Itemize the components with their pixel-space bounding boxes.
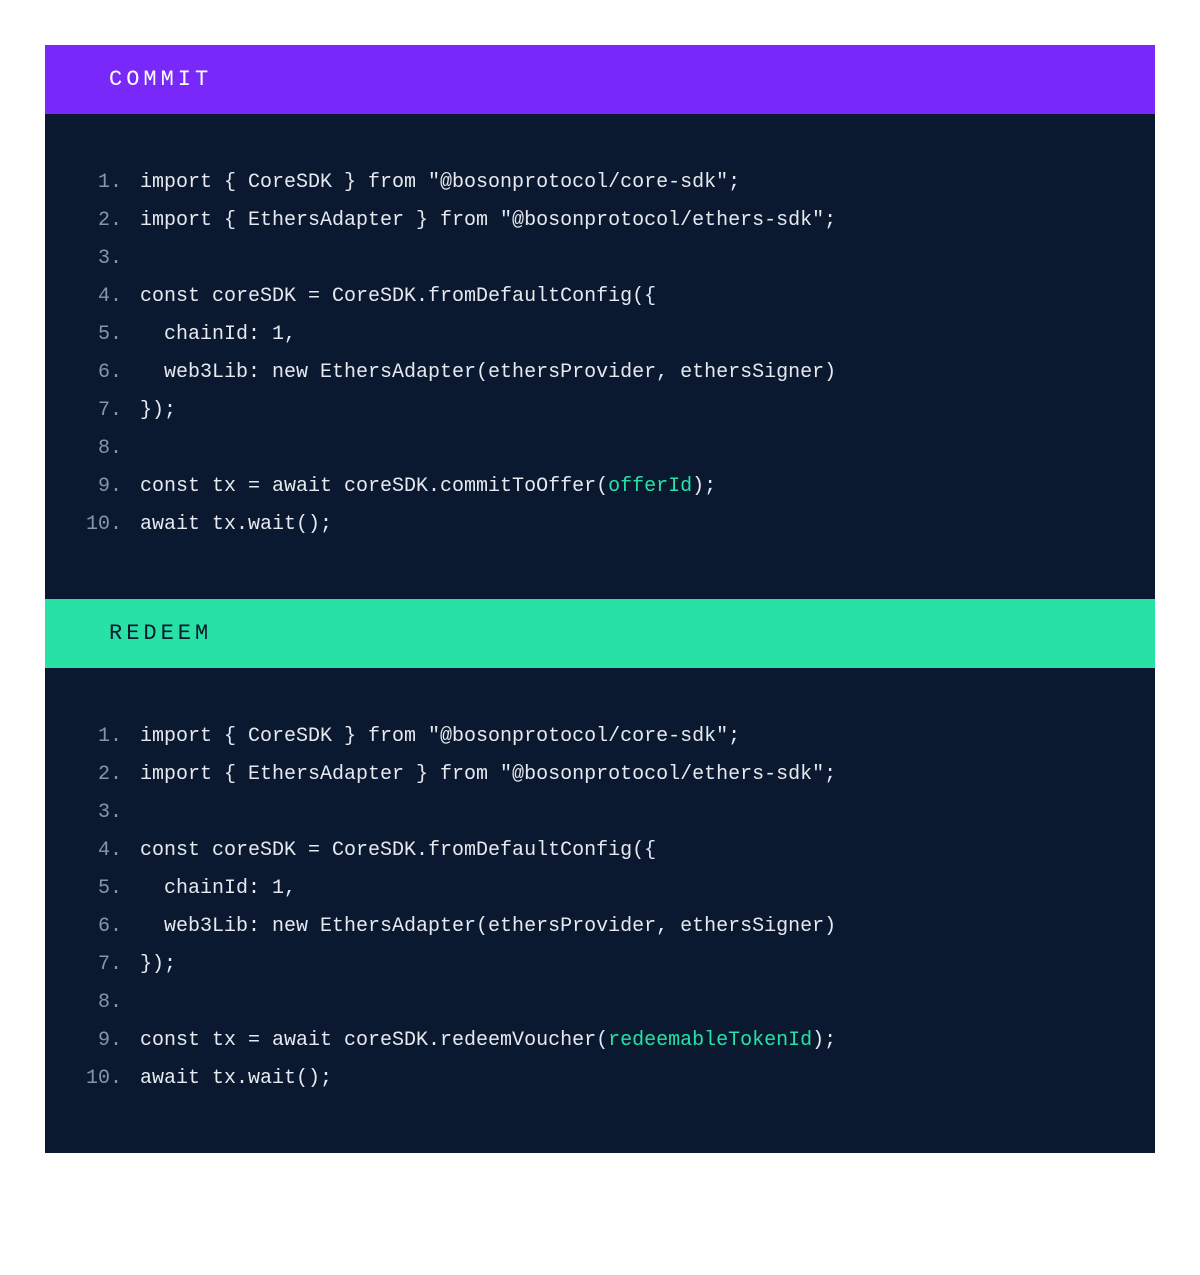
line-number: 1.	[75, 718, 140, 756]
code-line: 7.});	[75, 392, 1125, 430]
code-text: chainId: 1,	[140, 316, 296, 354]
highlighted-token: redeemableTokenId	[608, 1029, 812, 1052]
highlighted-token: offerId	[608, 475, 692, 498]
line-number: 7.	[75, 392, 140, 430]
line-number: 8.	[75, 430, 140, 468]
code-text: await tx.wait();	[140, 506, 332, 544]
code-block-redeem: REDEEM 1.import { CoreSDK } from "@bosonp…	[45, 599, 1155, 1153]
code-line: 10.await tx.wait();	[75, 1060, 1125, 1098]
code-text: const coreSDK = CoreSDK.fromDefaultConfi…	[140, 278, 656, 316]
line-number: 5.	[75, 870, 140, 908]
line-number: 4.	[75, 832, 140, 870]
code-line: 6. web3Lib: new EthersAdapter(ethersProv…	[75, 354, 1125, 392]
code-text: web3Lib: new EthersAdapter(ethersProvide…	[140, 354, 836, 392]
code-line: 2.import { EthersAdapter } from "@bosonp…	[75, 202, 1125, 240]
code-text: chainId: 1,	[140, 870, 296, 908]
code-line: 4.const coreSDK = CoreSDK.fromDefaultCon…	[75, 278, 1125, 316]
code-text: import { EthersAdapter } from "@bosonpro…	[140, 756, 836, 794]
code-block-commit: COMMIT 1.import { CoreSDK } from "@bosonp…	[45, 45, 1155, 599]
line-number: 6.	[75, 908, 140, 946]
line-number: 3.	[75, 794, 140, 832]
code-line: 6. web3Lib: new EthersAdapter(ethersProv…	[75, 908, 1125, 946]
line-number: 2.	[75, 202, 140, 240]
code-text: const coreSDK = CoreSDK.fromDefaultConfi…	[140, 832, 656, 870]
code-text: const tx = await coreSDK.commitToOffer(o…	[140, 468, 716, 506]
code-line: 1.import { CoreSDK } from "@bosonprotoco…	[75, 718, 1125, 756]
line-number: 6.	[75, 354, 140, 392]
code-text: import { CoreSDK } from "@bosonprotocol/…	[140, 164, 740, 202]
line-number: 9.	[75, 468, 140, 506]
code-line: 9.const tx = await coreSDK.commitToOffer…	[75, 468, 1125, 506]
code-area-redeem: 1.import { CoreSDK } from "@bosonprotoco…	[45, 668, 1155, 1153]
code-line: 7.});	[75, 946, 1125, 984]
code-text: });	[140, 392, 176, 430]
line-number: 10.	[75, 1060, 140, 1098]
code-line: 10.await tx.wait();	[75, 506, 1125, 544]
code-line: 8.	[75, 984, 1125, 1022]
code-text: import { CoreSDK } from "@bosonprotocol/…	[140, 718, 740, 756]
code-line: 8.	[75, 430, 1125, 468]
code-text: });	[140, 946, 176, 984]
code-line: 9.const tx = await coreSDK.redeemVoucher…	[75, 1022, 1125, 1060]
line-number: 9.	[75, 1022, 140, 1060]
code-text: const tx = await coreSDK.redeemVoucher(r…	[140, 1022, 836, 1060]
code-line: 1.import { CoreSDK } from "@bosonprotoco…	[75, 164, 1125, 202]
line-number: 7.	[75, 946, 140, 984]
code-line: 3.	[75, 794, 1125, 832]
line-number: 2.	[75, 756, 140, 794]
line-number: 10.	[75, 506, 140, 544]
code-line: 5. chainId: 1,	[75, 316, 1125, 354]
code-line: 4.const coreSDK = CoreSDK.fromDefaultCon…	[75, 832, 1125, 870]
code-text: web3Lib: new EthersAdapter(ethersProvide…	[140, 908, 836, 946]
block-header-redeem: REDEEM	[45, 599, 1155, 668]
code-area-commit: 1.import { CoreSDK } from "@bosonprotoco…	[45, 114, 1155, 599]
code-text: await tx.wait();	[140, 1060, 332, 1098]
line-number: 4.	[75, 278, 140, 316]
code-text: import { EthersAdapter } from "@bosonpro…	[140, 202, 836, 240]
line-number: 5.	[75, 316, 140, 354]
line-number: 1.	[75, 164, 140, 202]
line-number: 8.	[75, 984, 140, 1022]
code-line: 5. chainId: 1,	[75, 870, 1125, 908]
block-header-commit: COMMIT	[45, 45, 1155, 114]
line-number: 3.	[75, 240, 140, 278]
code-line: 2.import { EthersAdapter } from "@bosonp…	[75, 756, 1125, 794]
code-line: 3.	[75, 240, 1125, 278]
